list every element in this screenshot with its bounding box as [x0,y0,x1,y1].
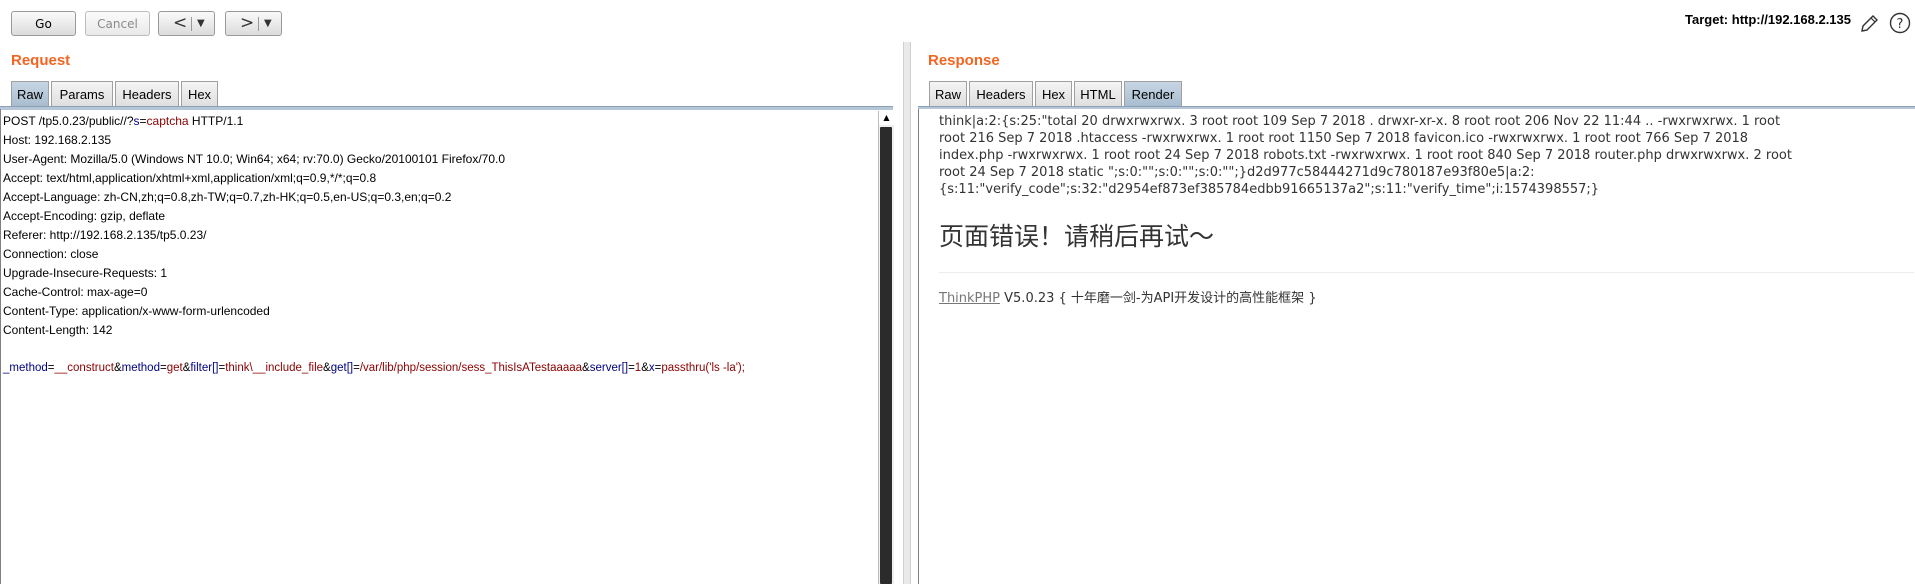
target-url[interactable]: http://192.168.2.135 [1732,12,1851,27]
forward-button[interactable]: > ▼ [225,11,282,36]
dropdown-arrow-icon[interactable]: ▼ [264,12,272,35]
tab-raw[interactable]: Raw [929,81,967,107]
header-line: Accept-Encoding: gzip, deflate [3,209,166,223]
response-render: think|a:2:{s:25:"total 20 drwxrwxrwx. 3 … [918,109,1915,584]
response-title: Response [928,52,1000,69]
target-label: Target: http://192.168.2.135 [1685,12,1851,27]
tab-headers[interactable]: Headers [115,81,179,107]
request-body: _method=__construct&method=get&filter[]=… [3,362,745,374]
error-heading: 页面错误！请稍后再试～ [939,222,1215,251]
cancel-button[interactable]: Cancel [85,11,150,36]
header-line: Content-Length: 142 [3,323,113,337]
header-line: Host: 192.168.2.135 [3,133,112,147]
request-editor[interactable]: POST /tp5.0.23/public//?s=captcha HTTP/1… [0,109,880,584]
help-icon[interactable]: ? [1889,12,1911,34]
output-line: think|a:2:{s:25:"total 20 drwxrwxrwx. 3 … [939,114,1781,129]
edit-target-icon[interactable] [1858,13,1880,35]
header-line: Accept: text/html,application/xhtml+xml,… [3,171,377,185]
header-line: Accept-Language: zh-CN,zh;q=0.8,zh-TW;q=… [3,190,452,204]
tab-raw[interactable]: Raw [11,81,49,107]
tab-hex[interactable]: Hex [181,81,218,107]
header-line: Connection: close [3,247,99,261]
tab-hex[interactable]: Hex [1035,81,1072,107]
header-line: Upgrade-Insecure-Requests: 1 [3,266,168,280]
chevron-right-icon: > [240,13,255,33]
framework-footer: ThinkPHP V5.0.23 { 十年磨一剑-为API开发设计的高性能框架 … [939,291,1317,306]
tab-params[interactable]: Params [51,81,113,107]
go-button[interactable]: Go [11,11,76,36]
tab-headers[interactable]: Headers [969,81,1033,107]
request-scrollbar[interactable]: ▲ [878,111,894,584]
thinkphp-link[interactable]: ThinkPHP [939,291,1000,306]
dropdown-arrow-icon[interactable]: ▼ [197,12,205,35]
tab-html[interactable]: HTML [1074,81,1122,107]
tab-render[interactable]: Render [1124,81,1182,107]
header-line: Referer: http://192.168.2.135/tp5.0.23/ [3,228,207,242]
chevron-left-icon: < [173,13,188,33]
command-output: think|a:2:{s:25:"total 20 drwxrwxrwx. 3 … [939,113,1894,198]
scroll-up-icon[interactable]: ▲ [879,111,894,125]
output-line: root 216 Sep 7 2018 .htaccess -rwxrwxrwx… [939,131,1749,146]
back-button[interactable]: < ▼ [158,11,215,36]
request-title: Request [11,52,71,69]
header-line: Cache-Control: max-age=0 [3,285,148,299]
request-line: POST /tp5.0.23/public//?s=captcha HTTP/1… [3,114,244,128]
header-line: User-Agent: Mozilla/5.0 (Windows NT 10.0… [3,152,506,166]
toolbar: Go Cancel < ▼ > ▼ Target: http://192.168… [0,0,1915,42]
output-line: root 24 Sep 7 2018 static ";s:0:"";s:0:"… [939,165,1535,180]
output-line: {s:11:"verify_code";s:32:"d2954ef873ef38… [939,182,1600,197]
pane-splitter[interactable] [903,42,911,584]
svg-text:?: ? [1897,17,1904,32]
header-line: Content-Type: application/x-www-form-url… [3,304,270,318]
scrollbar-thumb[interactable] [880,127,892,584]
divider [939,272,1914,273]
output-line: index.php -rwxrwxrwx. 1 root root 24 Sep… [939,148,1792,163]
